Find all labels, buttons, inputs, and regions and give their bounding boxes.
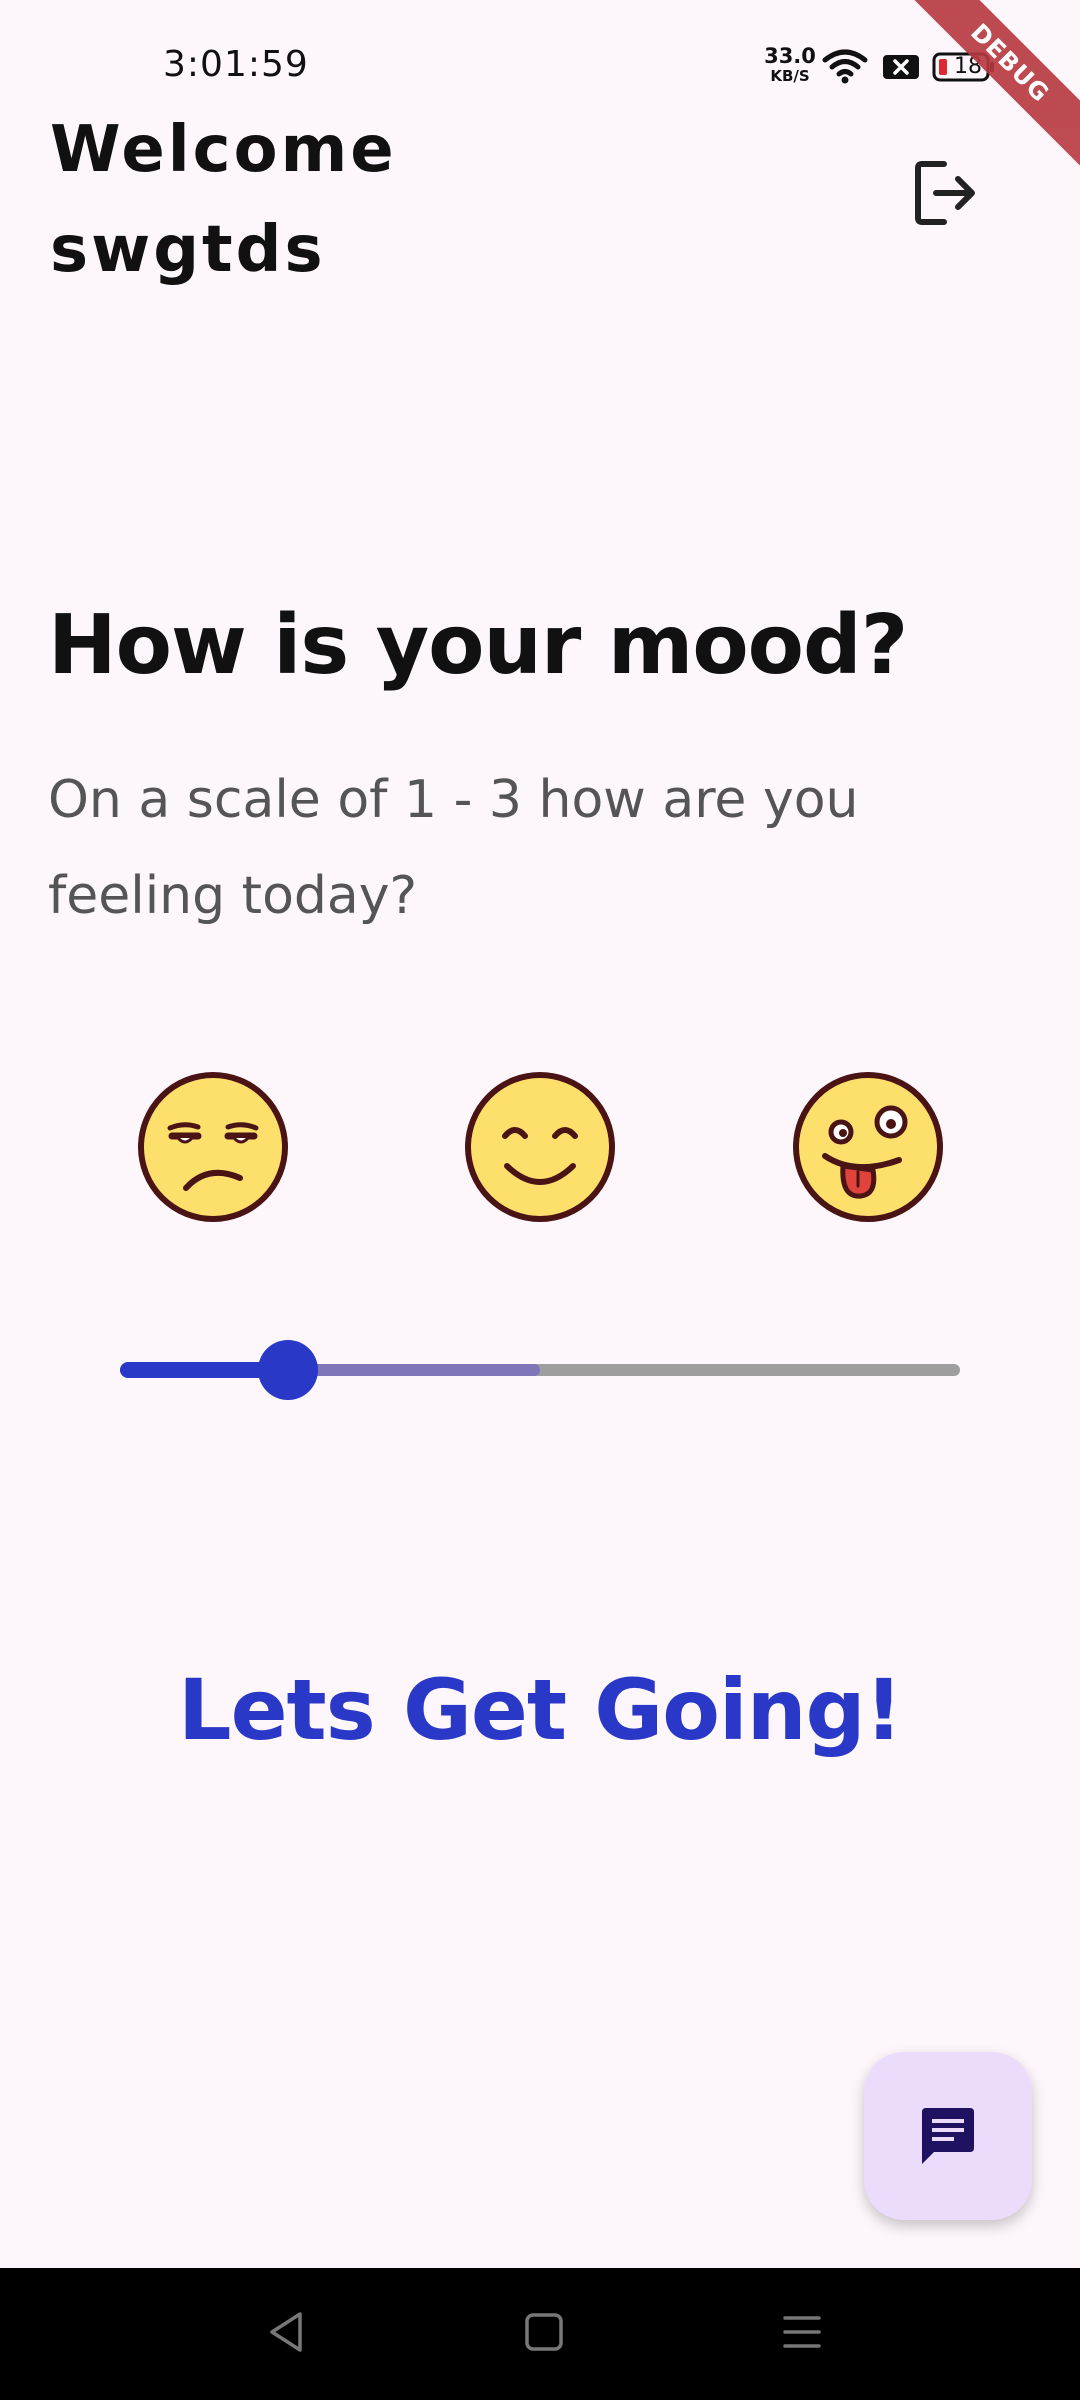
recents-menu-icon[interactable]	[782, 2310, 822, 2354]
network-speed-unit: KB/S	[770, 67, 810, 85]
mood-slider[interactable]	[120, 1330, 960, 1410]
lets-get-going-button[interactable]: Lets Get Going!	[0, 1650, 1080, 1770]
back-icon[interactable]	[266, 2310, 306, 2354]
network-speed: 33.0 KB/S	[760, 46, 820, 84]
chat-fab[interactable]	[864, 2052, 1032, 2220]
home-icon[interactable]	[524, 2310, 564, 2354]
mood-emoji-row	[0, 1070, 1080, 1230]
unamused-face-icon[interactable]	[136, 1070, 290, 1224]
zany-tongue-face-icon[interactable]	[791, 1070, 945, 1224]
chat-icon	[922, 2108, 974, 2164]
system-navigation-bar	[0, 2268, 1080, 2400]
slider-thumb[interactable]	[258, 1340, 318, 1400]
status-time: 3:01:59	[163, 44, 309, 85]
mood-subtitle: On a scale of 1 - 3 how are you feeling …	[48, 770, 859, 926]
mood-title: How is your mood?	[48, 598, 908, 693]
network-speed-value: 33.0	[764, 44, 816, 68]
username: swgtds	[50, 213, 326, 287]
welcome-heading: Welcome swgtds	[50, 100, 650, 300]
welcome-label: Welcome	[50, 113, 397, 187]
wifi-icon	[822, 49, 868, 84]
smiling-face-icon[interactable]	[463, 1070, 617, 1224]
logout-icon[interactable]	[912, 158, 982, 228]
no-sim-icon	[883, 55, 919, 79]
